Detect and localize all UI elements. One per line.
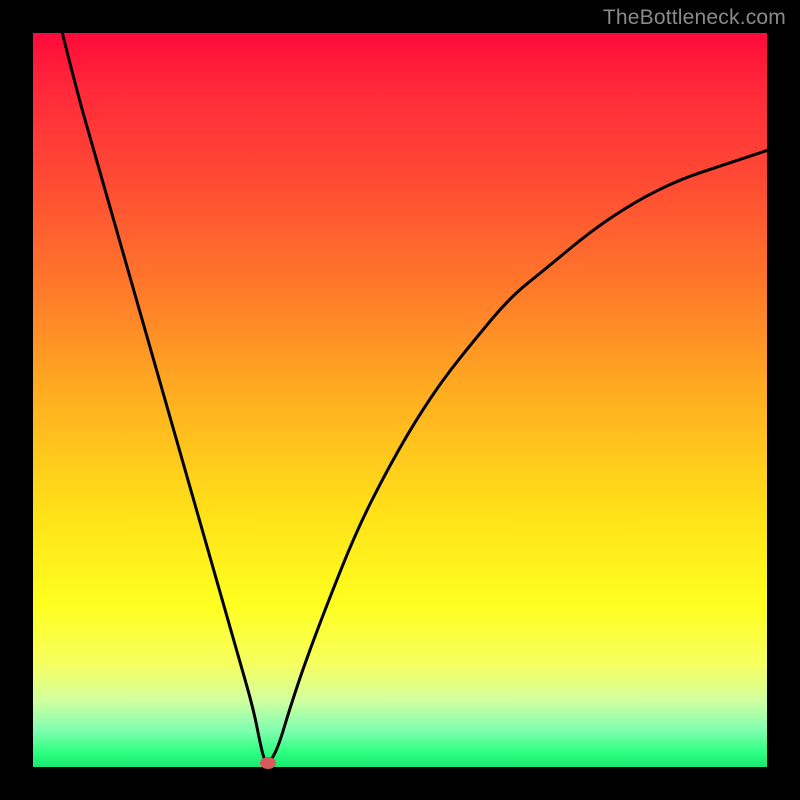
bottleneck-curve (62, 33, 767, 762)
watermark-text: TheBottleneck.com (603, 6, 786, 30)
min-point-marker (260, 757, 276, 769)
plot-area (33, 33, 767, 767)
curve-svg (33, 33, 767, 767)
chart-frame: TheBottleneck.com (0, 0, 800, 800)
